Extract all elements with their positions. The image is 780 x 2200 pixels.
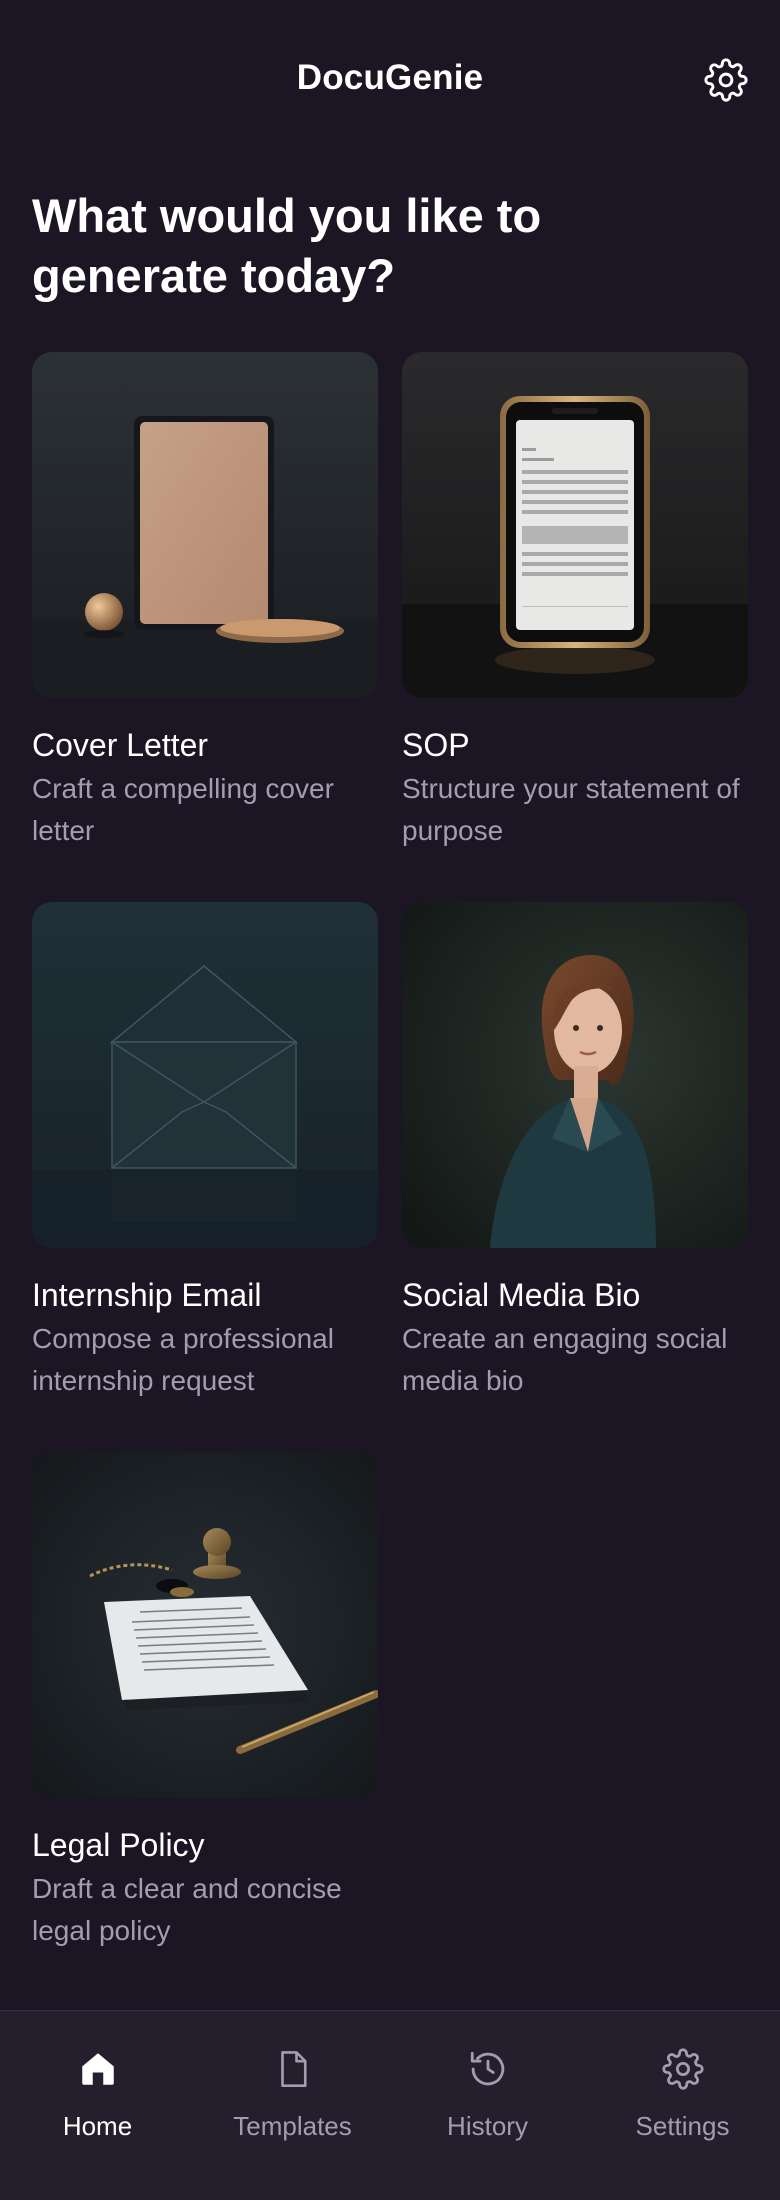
card-description: Compose a professional internship reques… xyxy=(32,1323,334,1396)
settings-button[interactable] xyxy=(702,56,750,104)
nav-label: Settings xyxy=(635,2111,730,2141)
nav-item-settings[interactable]: Settings xyxy=(585,2011,780,2200)
page-headline: What would you like to generate today? xyxy=(32,189,542,302)
card-description: Create an engaging social media bio xyxy=(402,1323,728,1396)
document-icon xyxy=(271,2047,315,2091)
history-icon xyxy=(466,2047,510,2091)
card-title: Internship Email xyxy=(32,1277,262,1313)
app-title: DocuGenie xyxy=(296,58,484,97)
card-description: Structure your statement of purpose xyxy=(402,773,740,846)
gear-icon xyxy=(661,2047,705,2091)
card-image-legal-policy xyxy=(32,1452,378,1798)
nav-label: History xyxy=(447,2111,528,2141)
nav-item-templates[interactable]: Templates xyxy=(195,2011,390,2200)
card-title: SOP xyxy=(402,727,470,763)
card-title: Social Media Bio xyxy=(402,1277,641,1313)
nav-item-history[interactable]: History xyxy=(390,2011,585,2200)
card-description: Craft a compelling cover letter xyxy=(32,773,334,846)
template-card-legal-policy[interactable]: Legal Policy Draft a clear and concise l… xyxy=(32,1452,378,1952)
gear-icon xyxy=(704,58,748,102)
card-title: Cover Letter xyxy=(32,727,209,763)
card-title: Legal Policy xyxy=(32,1827,205,1863)
home-icon xyxy=(76,2047,120,2091)
card-image-sop xyxy=(402,352,748,698)
template-card-social-media-bio[interactable]: Social Media Bio Create an engaging soci… xyxy=(402,902,748,1402)
template-card-internship-email[interactable]: Internship Email Compose a professional … xyxy=(32,902,378,1402)
app-screen: DocuGenie What would you like to generat… xyxy=(0,0,780,2200)
card-description: Draft a clear and concise legal policy xyxy=(32,1873,342,1946)
bottom-navigation: Home Templates History Settings xyxy=(0,2010,780,2200)
top-app-bar: DocuGenie xyxy=(0,0,780,160)
nav-label: Home xyxy=(62,2111,133,2141)
nav-item-home[interactable]: Home xyxy=(0,2011,195,2200)
card-image-social-media-bio xyxy=(402,902,748,1248)
template-card-cover-letter[interactable]: Cover Letter Craft a compelling cover le… xyxy=(32,352,378,852)
template-card-sop[interactable]: SOP Structure your statement of purpose xyxy=(402,352,748,852)
nav-label: Templates xyxy=(233,2111,352,2141)
card-image-cover-letter xyxy=(32,352,378,698)
card-image-internship-email xyxy=(32,902,378,1248)
